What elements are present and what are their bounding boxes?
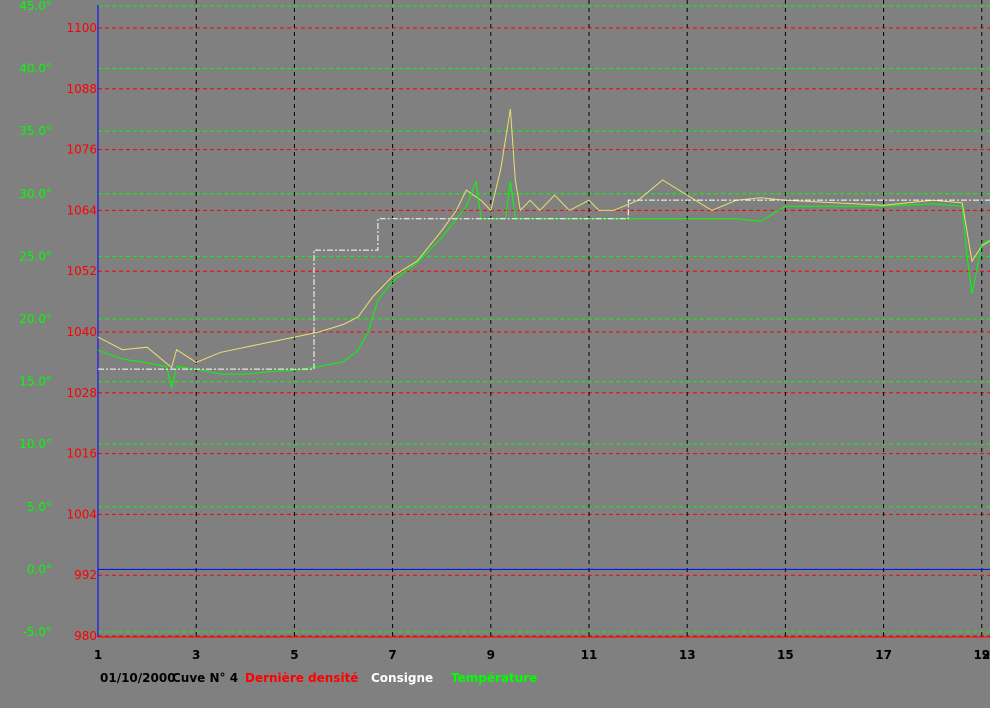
density-tick-label: 1052: [66, 264, 97, 278]
temperature-line: [97, 181, 990, 389]
temp-tick-label: 10.0°: [19, 437, 52, 451]
density-tick-label: 1028: [66, 386, 97, 400]
legend: 01/10/2000 Cuve N° 4 Dernière densité Co…: [100, 671, 537, 685]
density-tick-label: 1100: [66, 21, 97, 35]
legend-setpoint: Consigne: [371, 671, 433, 685]
temp-tick-label: 20.0°: [19, 312, 52, 326]
setpoint-line: [98, 199, 990, 370]
temp-tick-label: 35.0°: [19, 124, 52, 138]
x-tick-label: 13: [679, 648, 696, 662]
density-tick-label: 1064: [66, 203, 97, 217]
x-tick-label: 17: [875, 648, 892, 662]
x-tick-label: 1: [94, 648, 102, 662]
x-tick-label: 9: [487, 648, 495, 662]
density-axis-labels: 980 992 1004 1016 1028 1040 1052 1064 1076 1088 11…: [66, 21, 97, 643]
x-tick-label: 15: [777, 648, 794, 662]
density-tick-label: 1016: [66, 447, 97, 461]
density-tick-label: 992: [74, 568, 97, 582]
temp-tick-label: 5.0°: [27, 500, 52, 514]
temp-tick-label: 45.0°: [19, 0, 52, 13]
density-line: [97, 109, 990, 369]
density-tick-label: 980: [74, 629, 97, 643]
x-axis-labels: 1 3 5 7 9 11 13 15 17 192: [94, 648, 990, 662]
series-group: [97, 109, 990, 389]
x-tick-label: 3: [192, 648, 200, 662]
chart-canvas: -5.0°0.0°5.0°10.0°15.0°20.0°25.0°30.0°35…: [19, 0, 990, 685]
legend-date: 01/10/2000: [100, 671, 176, 685]
temp-tick-label: 40.0°: [19, 62, 52, 76]
temp-tick-label: 30.0°: [19, 187, 52, 201]
x-tick-label: 7: [388, 648, 396, 662]
legend-temperature: Température: [451, 671, 537, 685]
temp-tick-label: 25.0°: [19, 249, 52, 263]
x-tick-label: 2: [982, 648, 990, 662]
x-tick-label: 5: [290, 648, 298, 662]
axes: [97, 5, 990, 638]
temp-tick-label: -5.0°: [23, 625, 52, 639]
grid: [98, 0, 990, 637]
density-tick-label: 1088: [66, 82, 97, 96]
density-tick-label: 1076: [66, 143, 97, 157]
temp-tick-label: 0.0°: [27, 562, 52, 576]
temperature-axis-labels: -5.0° 0.0° 5.0° 10.0° 15.0° 20.0° 25.0° 30.0° 35…: [19, 0, 52, 639]
density-tick-label: 1040: [66, 325, 97, 339]
legend-tank: Cuve N° 4: [172, 671, 238, 685]
legend-density: Dernière densité: [245, 671, 358, 685]
temp-tick-label: 15.0°: [19, 375, 52, 389]
x-tick-label: 11: [581, 648, 598, 662]
density-tick-label: 1004: [66, 507, 97, 521]
